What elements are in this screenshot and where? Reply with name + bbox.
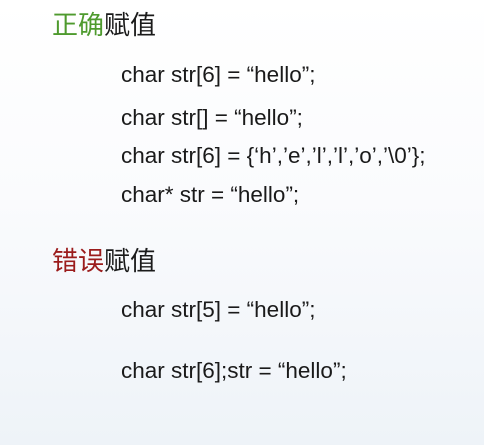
- correct-code-line-3: char str[6] = {‘h’,’e’,’l’,’l’,’o’,’\0’}…: [121, 143, 426, 168]
- correct-code-line-2: char str[] = “hello”;: [121, 105, 303, 130]
- wrong-code-line-2: char str[6];str = “hello”;: [121, 358, 347, 383]
- correct-code-line-4: char* str = “hello”;: [121, 182, 300, 207]
- correct-code-line-1: char str[6] = “hello”;: [121, 62, 316, 87]
- wrong-code-line-1: char str[5] = “hello”;: [121, 297, 316, 322]
- wrong-heading-rest: 赋值: [104, 246, 157, 276]
- wrong-heading-accent: 错误: [52, 246, 105, 276]
- correct-heading-rest: 赋值: [104, 10, 157, 40]
- correct-heading-accent: 正确: [52, 10, 105, 40]
- wrong-assignment-heading: 错误赋值: [52, 246, 156, 276]
- correct-assignment-heading: 正确赋值: [52, 10, 156, 40]
